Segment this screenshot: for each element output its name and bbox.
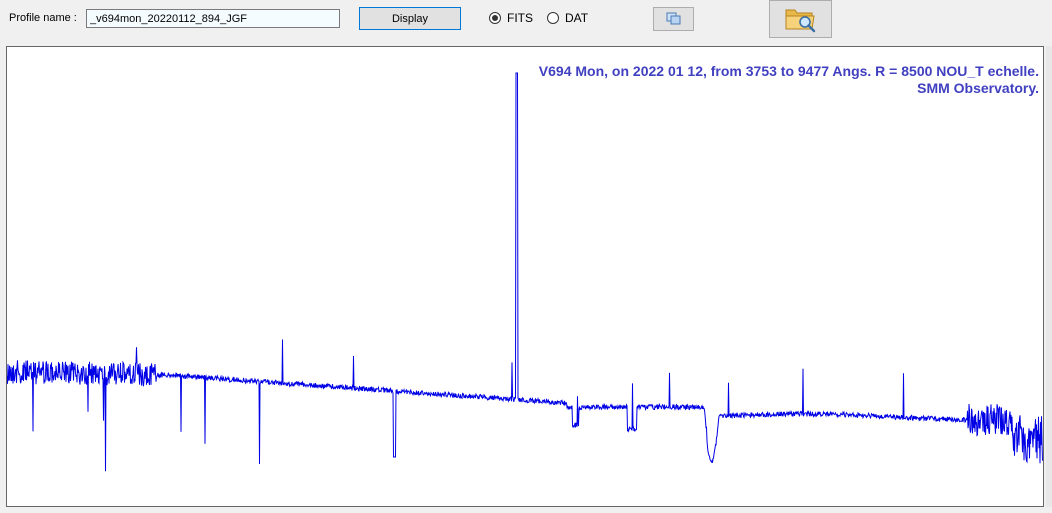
plot-title-line2: SMM Observatory. — [917, 80, 1039, 96]
plot-title: V694 Mon, on 2022 01 12, from 3753 to 94… — [539, 63, 1039, 97]
dat-radio-label: DAT — [565, 11, 589, 25]
vertical-scrollbar[interactable] — [1046, 46, 1052, 507]
folder-search-icon — [785, 9, 815, 33]
profile-name-label: Profile name : — [9, 12, 77, 24]
dat-radio[interactable] — [547, 12, 559, 24]
profile-name-input[interactable] — [86, 9, 340, 28]
spectrum-chart — [7, 72, 1043, 472]
toolbar: Profile name : Display FITS DAT — [0, 0, 1052, 44]
spectrum-line — [7, 72, 1043, 472]
fits-radio-label: FITS — [507, 11, 533, 25]
fits-radio[interactable] — [489, 12, 501, 24]
display-button[interactable]: Display — [359, 7, 461, 30]
dat-radio-option[interactable]: DAT — [547, 11, 588, 25]
fits-radio-option[interactable]: FITS — [489, 11, 533, 25]
spectrum-plot[interactable]: V694 Mon, on 2022 01 12, from 3753 to 94… — [6, 46, 1044, 507]
plot-title-line1: V694 Mon, on 2022 01 12, from 3753 to 94… — [538, 63, 1039, 79]
open-folder-button[interactable] — [769, 0, 832, 38]
copy-button[interactable] — [653, 7, 694, 31]
copy-icon — [666, 12, 680, 25]
